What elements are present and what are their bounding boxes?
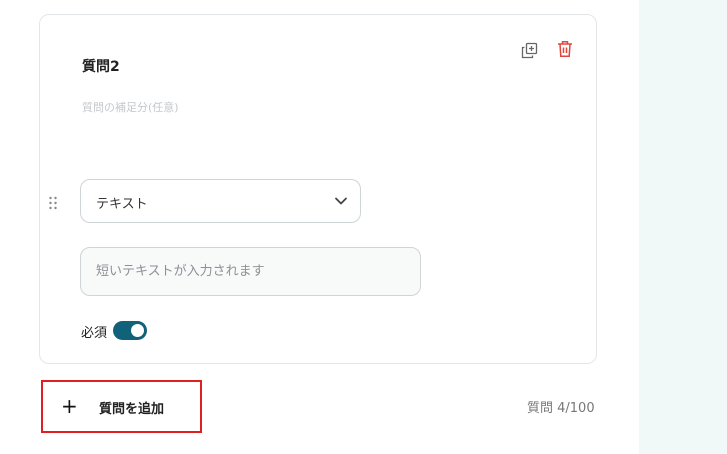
question-description-field[interactable]: 質問の補足分(任意) xyxy=(82,99,179,115)
required-toggle[interactable] xyxy=(113,321,147,340)
question-title[interactable]: 質問2 xyxy=(82,56,120,76)
toggle-knob xyxy=(131,324,144,337)
trash-icon[interactable] xyxy=(554,38,576,60)
required-label: 必須 xyxy=(81,326,108,341)
chevron-down-icon xyxy=(335,197,347,205)
drag-handle-icon[interactable] xyxy=(48,195,58,211)
question-card: 質問2 質問の補足分(任意) テキスト 必須 xyxy=(39,14,597,364)
question-counter: 質問 4/100 xyxy=(527,401,595,416)
side-panel xyxy=(639,0,727,454)
short-text-answer-input[interactable] xyxy=(80,247,421,296)
copy-icon[interactable] xyxy=(518,39,540,61)
plus-icon: + xyxy=(61,394,78,418)
add-question-label: 質問を追加 xyxy=(99,402,165,417)
question-type-select[interactable]: テキスト xyxy=(80,179,361,223)
add-question-button[interactable]: + 質問を追加 xyxy=(41,380,202,433)
question-type-value: テキスト xyxy=(96,197,148,212)
